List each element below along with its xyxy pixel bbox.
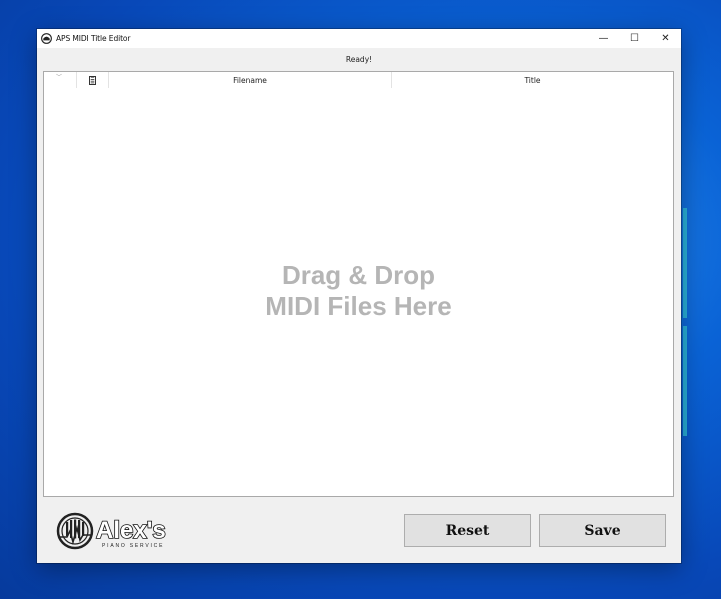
title-bar[interactable]: APS MIDI Title Editor — ☐ ✕ xyxy=(37,29,681,48)
select-column-header[interactable]: ﹀ xyxy=(44,72,76,88)
status-text: Ready! xyxy=(345,55,373,64)
filename-column-header[interactable]: Filename xyxy=(108,72,391,88)
document-icon xyxy=(89,75,96,85)
sort-chevron-icon: ﹀ xyxy=(56,74,63,81)
drop-zone-hint: Drag & Drop MIDI Files Here xyxy=(44,260,673,322)
minimize-button[interactable]: — xyxy=(588,29,619,48)
window-controls: — ☐ ✕ xyxy=(588,29,681,48)
desktop-window-edge xyxy=(683,326,687,436)
svg-text:PIANO SERVICE: PIANO SERVICE xyxy=(102,543,164,549)
title-column-header[interactable]: Title xyxy=(391,72,673,88)
drop-hint-line-2: MIDI Files Here xyxy=(265,291,452,321)
desktop-window-edge xyxy=(683,208,687,318)
app-icon xyxy=(41,33,52,44)
save-button[interactable]: Save xyxy=(539,514,666,547)
alexs-piano-service-logo: Alex's PIANO SERVICE xyxy=(56,512,167,550)
maximize-button[interactable]: ☐ xyxy=(619,29,650,48)
drop-hint-line-1: Drag & Drop xyxy=(281,260,436,290)
close-button[interactable]: ✕ xyxy=(650,29,681,48)
app-window: APS MIDI Title Editor — ☐ ✕ Ready! ﹀ Fil… xyxy=(37,29,681,563)
status-bar: Ready! xyxy=(37,48,681,71)
window-title: APS MIDI Title Editor xyxy=(56,34,131,43)
list-header: ﹀ Filename Title xyxy=(44,72,673,88)
file-icon-column-header[interactable] xyxy=(76,72,108,88)
midi-file-list[interactable]: ﹀ Filename Title Drag & Drop MIDI Files … xyxy=(43,71,674,497)
reset-button[interactable]: Reset xyxy=(404,514,531,547)
svg-text:Alex's: Alex's xyxy=(96,517,166,544)
